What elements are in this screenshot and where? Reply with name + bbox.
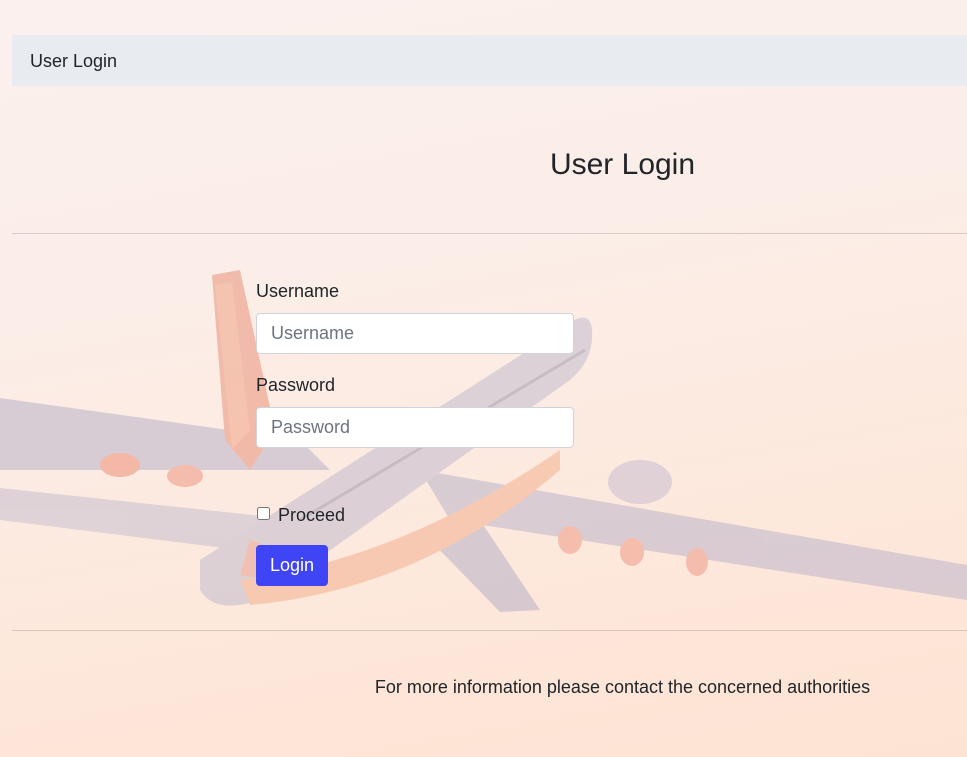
username-label: Username bbox=[256, 281, 340, 301]
navbar-brand[interactable]: User Login bbox=[30, 51, 117, 71]
top-navbar: User Login bbox=[12, 35, 967, 86]
airplane-background-image bbox=[0, 270, 967, 612]
divider-top bbox=[12, 233, 967, 234]
divider-bottom bbox=[12, 630, 967, 631]
footer-info-text: For more information please contact the … bbox=[374, 677, 871, 697]
username-input[interactable] bbox=[256, 313, 574, 354]
password-input[interactable] bbox=[256, 407, 574, 448]
page-title: User Login bbox=[549, 148, 696, 181]
login-button[interactable]: Login bbox=[256, 545, 328, 586]
proceed-label[interactable]: Proceed bbox=[278, 504, 345, 526]
password-label: Password bbox=[256, 375, 336, 395]
proceed-checkbox[interactable] bbox=[257, 507, 270, 520]
